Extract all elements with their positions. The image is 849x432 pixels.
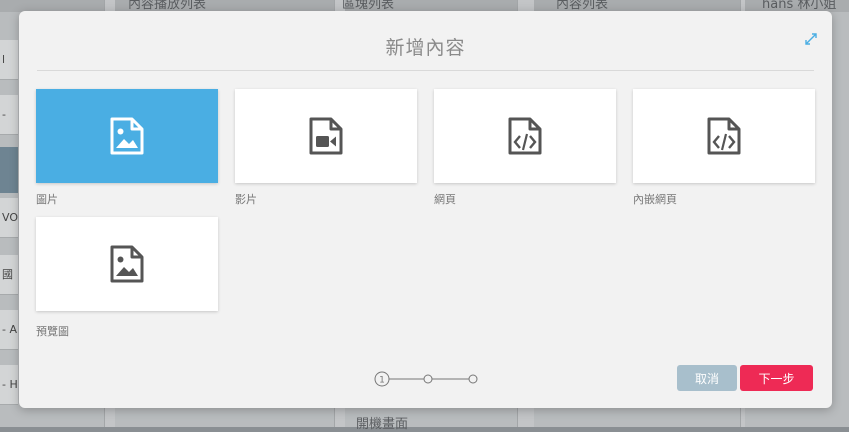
- image-file-icon: [110, 117, 144, 155]
- add-content-modal: 新增內容 圖片 影片 網頁 內嵌網頁 預覽圖 1 取消 下一步: [19, 11, 832, 408]
- content-type-label: 圖片: [36, 193, 58, 206]
- content-type-card-webpage[interactable]: [434, 89, 616, 183]
- content-type-card-preview-image[interactable]: [36, 217, 218, 311]
- content-type-card-video[interactable]: [235, 89, 417, 183]
- modal-title: 新增內容: [385, 37, 466, 59]
- content-type-label: 影片: [235, 193, 257, 206]
- video-file-icon: [309, 117, 343, 155]
- content-type-card-image[interactable]: [36, 89, 218, 183]
- code-file-icon: [508, 117, 542, 155]
- image-file-icon: [110, 245, 144, 283]
- step-2-marker: [423, 374, 433, 384]
- expand-icon[interactable]: [804, 31, 818, 45]
- step-3-marker: [468, 374, 478, 384]
- step-indicator: 1: [374, 371, 478, 387]
- content-type-label: 內嵌網頁: [633, 193, 677, 206]
- next-step-button[interactable]: 下一步: [740, 365, 813, 391]
- content-type-card-embedded-webpage[interactable]: [633, 89, 815, 183]
- title-divider: [37, 70, 814, 71]
- code-file-icon: [707, 117, 741, 155]
- content-type-label: 網頁: [434, 193, 456, 206]
- cancel-button[interactable]: 取消: [677, 365, 737, 391]
- content-type-label: 預覽圖: [36, 325, 69, 338]
- step-1-label: 1: [379, 376, 385, 386]
